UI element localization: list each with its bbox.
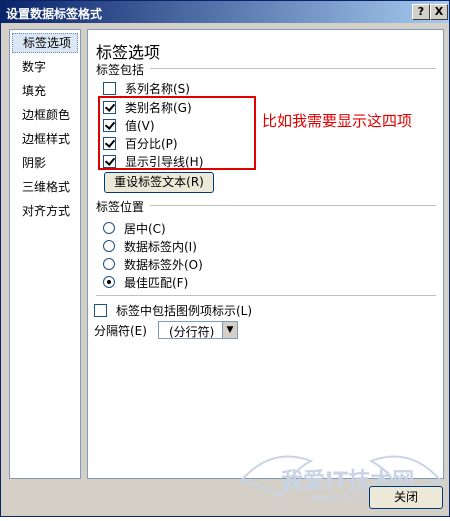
category-list: 标签选项 数字 填充 边框颜色 边框样式 阴影 三维格式 对齐方式 bbox=[9, 29, 81, 479]
label-options-panel: 标签选项 标签包括 系列名称(S) 类别名称(G) 值(V) 百分比(P) 显示… bbox=[87, 29, 444, 479]
separator-label: 分隔符(E) bbox=[94, 324, 147, 338]
checkbox-series-name[interactable]: 系列名称(S) bbox=[103, 79, 190, 97]
radio-label: 最佳匹配(F) bbox=[124, 275, 189, 290]
reset-label-text-button[interactable]: 重设标签文本(R) bbox=[104, 172, 214, 193]
checkbox-box[interactable] bbox=[94, 303, 107, 317]
format-data-labels-dialog: 设置数据标签格式 ? X 标签选项 数字 填充 边框颜色 边框样式 阴影 三维格… bbox=[0, 0, 450, 517]
radio-inside-end[interactable]: 数据标签内(I) bbox=[103, 237, 197, 255]
radio-button[interactable] bbox=[103, 240, 115, 252]
checkbox-label: 标签中包括图例项标示(L) bbox=[116, 303, 253, 318]
dialog-title: 设置数据标签格式 bbox=[6, 7, 103, 21]
checkbox-legend-key[interactable]: 标签中包括图例项标示(L) bbox=[94, 301, 252, 319]
radio-best-fit[interactable]: 最佳匹配(F) bbox=[103, 273, 188, 291]
sidebar-item-3d-format[interactable]: 三维格式 bbox=[12, 177, 78, 197]
sidebar-item-alignment[interactable]: 对齐方式 bbox=[12, 201, 78, 221]
radio-center[interactable]: 居中(C) bbox=[103, 219, 166, 237]
radio-button[interactable] bbox=[103, 276, 115, 288]
section-divider bbox=[150, 205, 436, 206]
radio-label: 数据标签内(I) bbox=[124, 239, 197, 254]
checkbox-label: 系列名称(S) bbox=[125, 81, 190, 96]
sidebar-item-fill[interactable]: 填充 bbox=[12, 81, 78, 101]
sidebar-item-label-options[interactable]: 标签选项 bbox=[12, 33, 78, 53]
panel-title: 标签选项 bbox=[96, 43, 161, 62]
separator-select[interactable]: (分行符) ▼ bbox=[158, 321, 238, 339]
checkbox-box[interactable] bbox=[103, 81, 116, 95]
section-divider bbox=[150, 68, 436, 69]
sidebar-item-border-style[interactable]: 边框样式 bbox=[12, 129, 78, 149]
annotation-text: 比如我需要显示这四项 bbox=[262, 112, 413, 130]
section-divider bbox=[96, 295, 436, 296]
separator-value: (分行符) bbox=[169, 325, 215, 339]
sidebar-item-number[interactable]: 数字 bbox=[12, 57, 78, 77]
label-contains-heading: 标签包括 bbox=[96, 63, 145, 77]
radio-label: 居中(C) bbox=[124, 221, 166, 236]
close-icon[interactable]: X bbox=[430, 4, 448, 20]
radio-outside-end[interactable]: 数据标签外(O) bbox=[103, 255, 203, 273]
radio-label: 数据标签外(O) bbox=[124, 257, 203, 272]
red-highlight-box bbox=[98, 96, 256, 170]
label-position-heading: 标签位置 bbox=[96, 200, 145, 214]
radio-button[interactable] bbox=[103, 258, 115, 270]
radio-button[interactable] bbox=[103, 222, 115, 234]
help-button[interactable]: ? bbox=[412, 4, 430, 20]
chevron-down-icon[interactable]: ▼ bbox=[222, 322, 237, 338]
title-bar: 设置数据标签格式 ? X bbox=[1, 1, 449, 23]
sidebar-item-shadow[interactable]: 阴影 bbox=[12, 153, 78, 173]
sidebar-item-border-color[interactable]: 边框颜色 bbox=[12, 105, 78, 125]
close-button[interactable]: 关闭 bbox=[369, 486, 443, 509]
